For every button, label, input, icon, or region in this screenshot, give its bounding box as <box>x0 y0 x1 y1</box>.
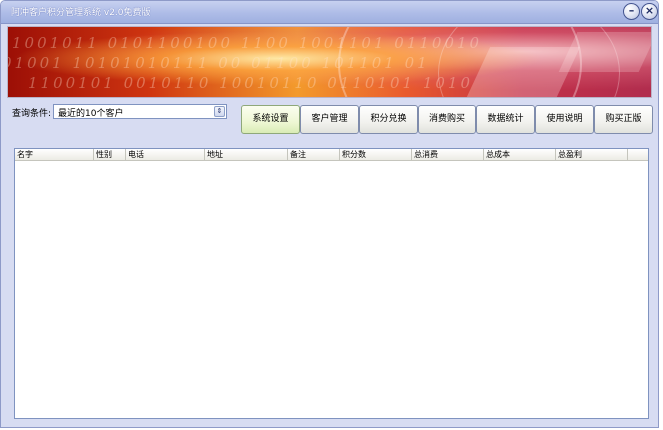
filter-select[interactable]: 最近的10个客户 ⇕ <box>53 104 227 119</box>
banner-binary-line: 1100101 0010110 10010110 0110101 1010 <box>28 74 474 92</box>
column-header-points[interactable]: 积分数 <box>340 149 412 160</box>
column-header-address[interactable]: 地址 <box>205 149 288 160</box>
header-banner: 1001011 0101100100 1100 1001101 0110010 … <box>7 26 652 98</box>
column-header-filler <box>628 149 648 160</box>
points-exchange-button[interactable]: 积分兑换 <box>359 105 418 134</box>
column-header-total-profit[interactable]: 总盈利 <box>556 149 628 160</box>
statistics-button[interactable]: 数据统计 <box>476 105 535 134</box>
system-settings-button[interactable]: 系统设置 <box>241 105 300 134</box>
spinner-arrows-icon[interactable]: ⇕ <box>214 106 225 117</box>
customer-management-button[interactable]: 客户管理 <box>300 105 359 134</box>
minimize-icon: – <box>628 4 635 17</box>
table-header: 名字 性别 电话 地址 备注 积分数 总消费 总成本 总盈利 <box>15 149 648 161</box>
column-header-gender[interactable]: 性别 <box>94 149 126 160</box>
banner-binary-line: 1001011 0101100100 1100 1001101 0110010 <box>12 34 483 52</box>
customer-table[interactable]: 名字 性别 电话 地址 备注 积分数 总消费 总成本 总盈利 <box>14 148 649 419</box>
filter-select-value: 最近的10个客户 <box>58 109 124 119</box>
column-header-phone[interactable]: 电话 <box>126 149 205 160</box>
app-window: 阿冲客户积分管理系统 v2.0免费版 – × 1001011 010110010… <box>0 0 659 428</box>
close-button[interactable]: × <box>641 3 658 20</box>
close-icon: × <box>644 4 655 17</box>
window-title: 阿冲客户积分管理系统 v2.0免费版 <box>11 8 151 18</box>
column-header-total-spend[interactable]: 总消费 <box>412 149 484 160</box>
purchase-button[interactable]: 消费购买 <box>418 105 476 134</box>
buy-license-button[interactable]: 购买正版 <box>594 105 653 134</box>
minimize-button[interactable]: – <box>623 3 640 20</box>
banner-binary-text: 1001011 0101100100 1100 1001101 0110010 … <box>8 27 651 97</box>
help-button[interactable]: 使用说明 <box>535 105 594 134</box>
banner-binary-line: 01001 10101010111 00 01100 101101 01 <box>7 54 430 72</box>
column-header-remarks[interactable]: 备注 <box>288 149 340 160</box>
title-bar: 阿冲客户积分管理系统 v2.0免费版 – × <box>1 1 658 24</box>
column-header-total-cost[interactable]: 总成本 <box>484 149 556 160</box>
column-header-name[interactable]: 名字 <box>15 149 94 160</box>
filter-label: 查询条件: <box>12 109 52 119</box>
